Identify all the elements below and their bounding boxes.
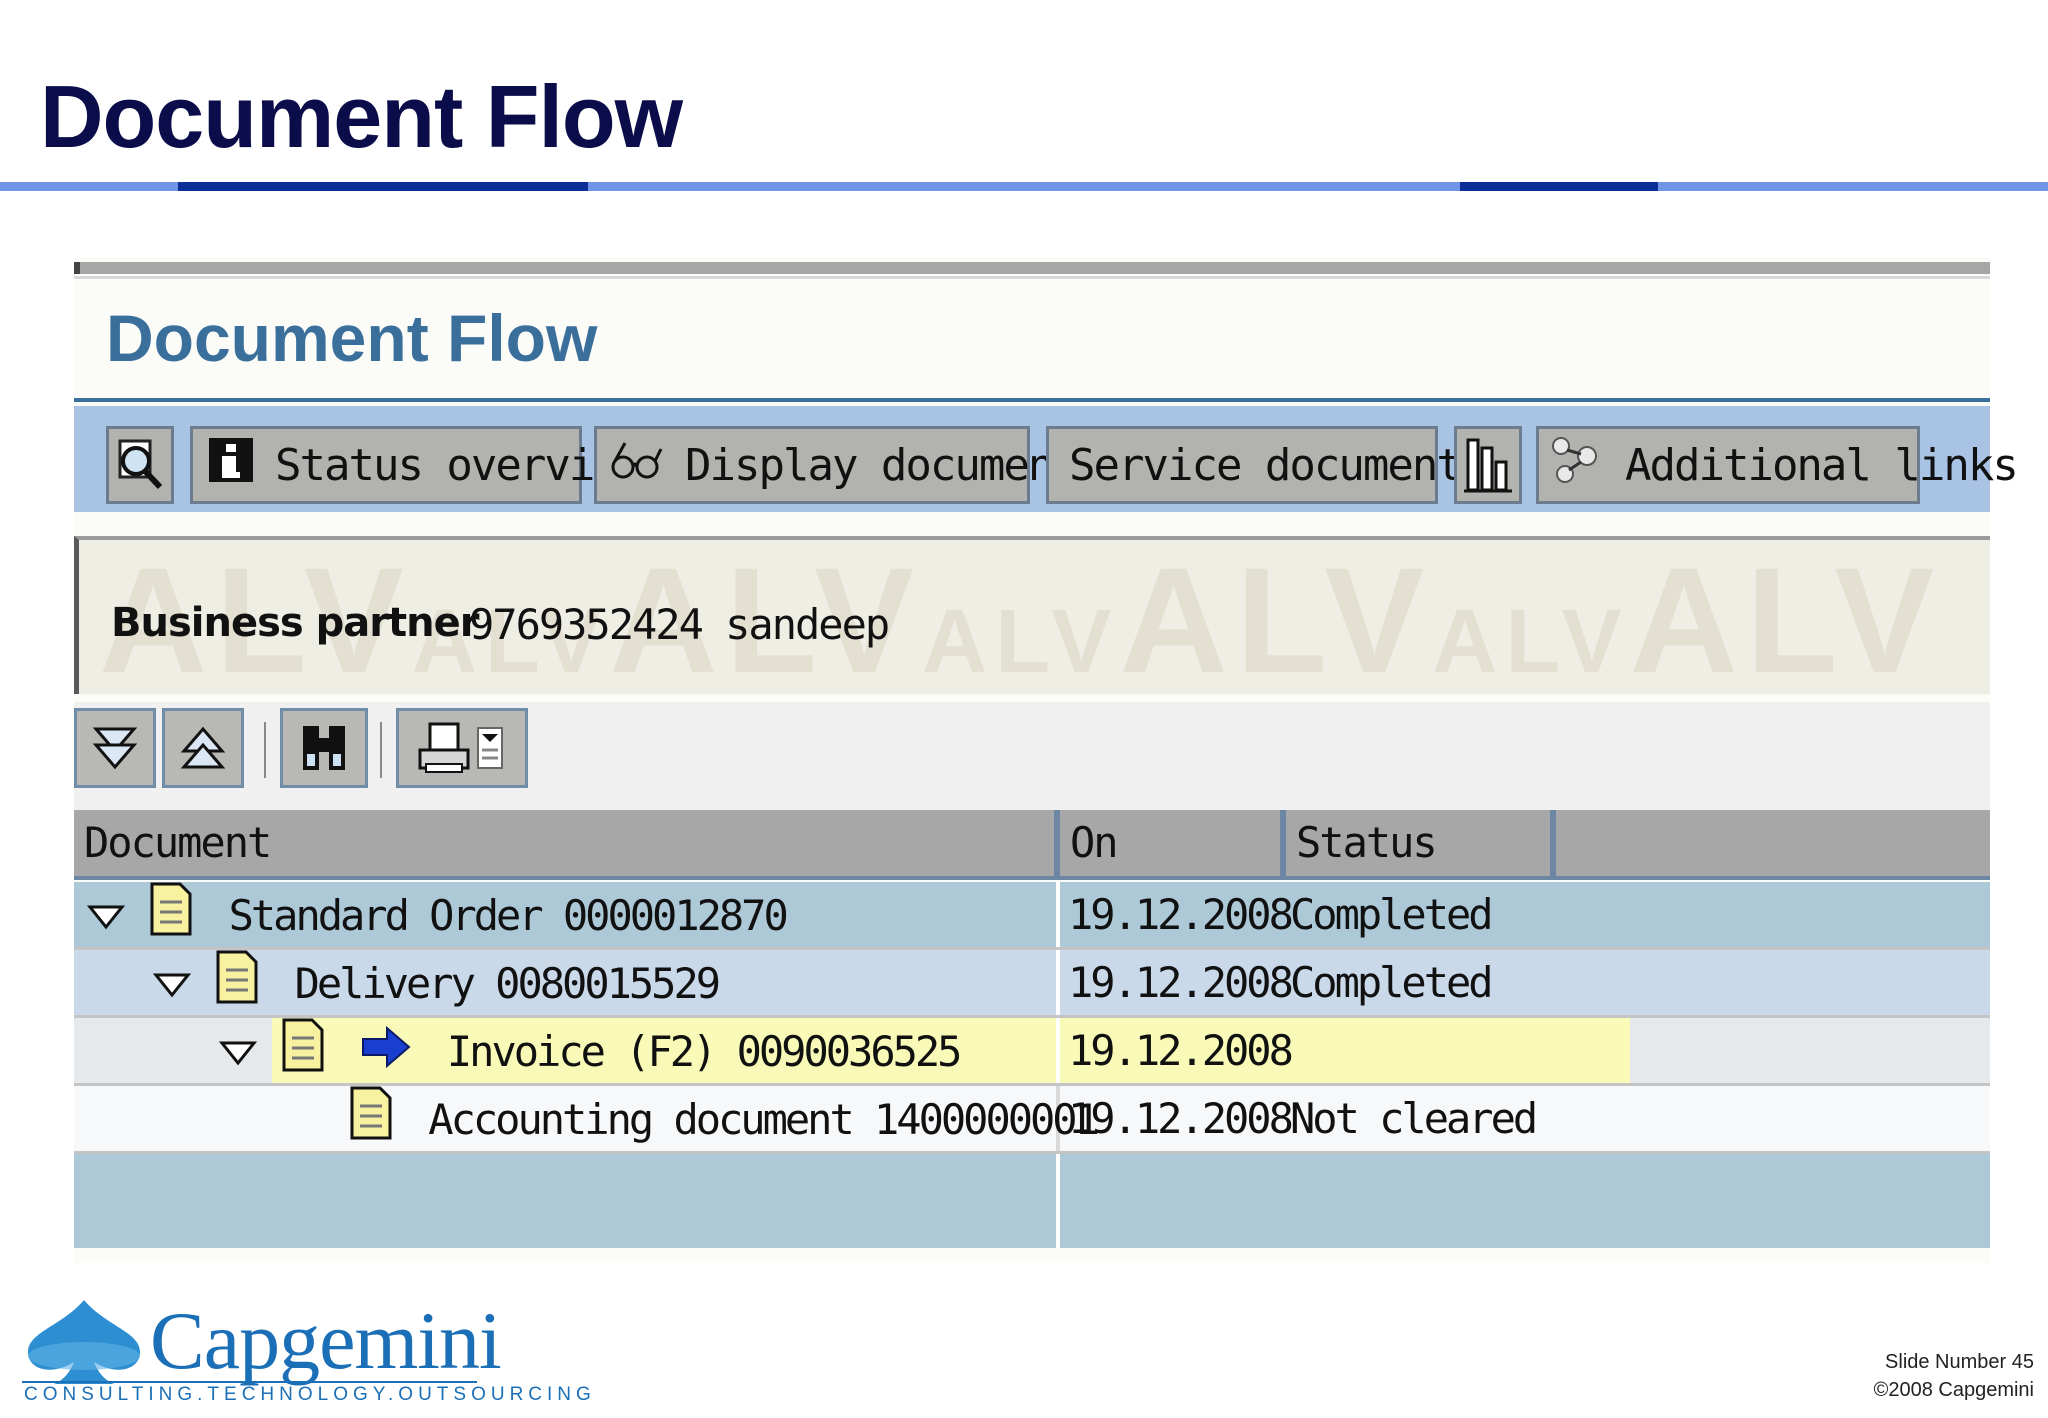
- status-cell: Completed: [1290, 958, 1494, 1007]
- expand-node-icon[interactable]: [218, 1022, 258, 1088]
- status-cell: Completed: [1290, 890, 1494, 939]
- expand-all-icon: [92, 727, 138, 770]
- magnifier-icon: [118, 439, 163, 490]
- date-cell: 19.12.2008: [1068, 890, 1294, 939]
- toolbar-separator: [264, 722, 266, 778]
- document-name: Invoice (F2) 0090036525: [446, 1027, 963, 1076]
- display-document-label: Display document: [685, 439, 1079, 491]
- column-header-document[interactable]: Document: [74, 810, 1060, 880]
- business-partner-label: Business partner: [111, 600, 479, 646]
- date-cell: 19.12.2008: [1068, 958, 1294, 1007]
- additional-links-label: Additional links: [1625, 439, 2019, 491]
- table-row-selected[interactable]: Invoice (F2) 0090036525 19.12.2008: [74, 1018, 1990, 1086]
- slide-footer: Slide Number 45 ©2008 Capgemini: [1874, 1348, 2034, 1404]
- additional-links-button[interactable]: Additional links: [1536, 426, 2019, 504]
- empty-grid-area: [74, 1154, 1990, 1248]
- sap-page-title: Document Flow: [106, 301, 598, 375]
- column-divider: [1056, 950, 1060, 1015]
- links-icon: [1549, 432, 1605, 499]
- document-icon: [348, 1086, 392, 1159]
- document-name: Accounting document 1400000001: [428, 1095, 1100, 1144]
- copyright: ©2008 Capgemini: [1873, 1379, 2034, 1401]
- alv-header-panel: ALVALVALVALVALVALVALV Business partner 9…: [74, 536, 1990, 694]
- sap-screenshot: Document Flow Status overview Display do…: [74, 258, 2019, 1263]
- document-cell: Accounting document 1400000001: [348, 1086, 1100, 1151]
- expand-node-icon[interactable]: [86, 886, 126, 952]
- document-flow-tree: Document On Status Standard Order 000001…: [74, 810, 1990, 1263]
- status-overview-button[interactable]: Status overview: [190, 426, 644, 504]
- document-cell: Delivery 0080015529: [152, 950, 721, 1015]
- service-documents-label: Service documents: [1069, 439, 1487, 491]
- date-cell: 19.12.2008: [1068, 1026, 1294, 1075]
- document-icon: [280, 1018, 324, 1091]
- application-toolbar: Status overview Display document Service…: [74, 406, 2019, 512]
- expand-node-icon[interactable]: [152, 954, 192, 1020]
- slide-title: Document Flow: [40, 67, 683, 166]
- status-cell: Not cleared: [1290, 1094, 1538, 1143]
- document-icon: [214, 950, 258, 1023]
- display-document-button[interactable]: Display document: [594, 426, 1079, 504]
- column-divider: [1056, 1018, 1060, 1083]
- glasses-icon: [609, 437, 665, 494]
- frame-line: [74, 276, 1990, 279]
- binoculars-icon: [303, 726, 345, 770]
- title-rule: [0, 182, 2048, 191]
- column-divider: [1056, 1154, 1060, 1248]
- table-row[interactable]: Standard Order 0000012870 19.12.2008 Com…: [74, 882, 1990, 950]
- arrow-right-icon: [361, 1022, 411, 1088]
- date-cell: 19.12.2008: [1068, 1094, 1294, 1143]
- collapse-button[interactable]: [162, 708, 244, 788]
- column-divider: [1056, 882, 1060, 947]
- column-header-on[interactable]: On: [1060, 810, 1286, 880]
- table-row[interactable]: Accounting document 1400000001 19.12.200…: [74, 1086, 1990, 1154]
- document-cell: Standard Order 0000012870: [86, 882, 789, 947]
- title-underline: [74, 398, 1990, 402]
- expand-button[interactable]: [74, 708, 156, 788]
- find-button[interactable]: [280, 708, 368, 788]
- info-icon: [207, 436, 255, 495]
- logo-rule: [22, 1381, 477, 1383]
- column-header-empty[interactable]: [1556, 810, 1990, 880]
- document-name: Delivery 0080015529: [294, 959, 721, 1008]
- logo-tagline: CONSULTING.TECHNOLOGY.OUTSOURCING: [24, 1384, 596, 1405]
- logo-wordmark: Capgemini: [150, 1295, 502, 1386]
- dropdown-icon: [477, 727, 503, 769]
- status-overview-label: Status overview: [275, 439, 644, 491]
- print-button[interactable]: [396, 708, 528, 788]
- detail-zoom-button[interactable]: [106, 426, 174, 504]
- window-frame: [74, 262, 1990, 274]
- toolbar-separator: [380, 722, 382, 778]
- column-header-status[interactable]: Status: [1286, 810, 1556, 880]
- document-cell: Invoice (F2) 0090036525: [218, 1018, 963, 1083]
- hierarchy-icon: [1464, 438, 1512, 493]
- document-name: Standard Order 0000012870: [228, 891, 789, 940]
- print-icon: [418, 722, 470, 773]
- business-partner-value: 9769352424 sandeep: [469, 600, 890, 649]
- collapse-all-icon: [180, 726, 226, 769]
- slide-number: Slide Number 45: [1885, 1351, 2034, 1373]
- hierarchy-button[interactable]: [1454, 426, 1522, 504]
- spade-logo-icon: [28, 1300, 140, 1384]
- table-row[interactable]: Delivery 0080015529 19.12.2008 Completed: [74, 950, 1990, 1018]
- service-documents-button[interactable]: Service documents: [1046, 426, 1487, 504]
- alv-toolbar: [74, 702, 1990, 810]
- document-icon: [148, 882, 192, 955]
